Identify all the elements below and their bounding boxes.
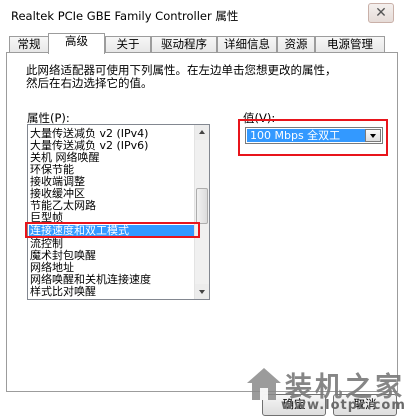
tab-driver[interactable]: 驱动程序	[151, 36, 217, 53]
close-button[interactable]: ✕	[368, 3, 394, 23]
title-bar: Realtek PCIe GBE Family Controller 属性 ✕	[0, 0, 404, 31]
chevron-up-icon	[199, 130, 205, 134]
tab-advanced[interactable]: 高级	[48, 33, 105, 54]
list-scrollbar[interactable]	[194, 125, 209, 299]
tab-about[interactable]: 关于	[105, 36, 151, 53]
tab-details[interactable]: 详细信息	[217, 36, 277, 53]
scroll-down-button[interactable]	[195, 284, 209, 299]
highlight-box-value	[238, 119, 388, 156]
description-line-2: 然后在右边选择它的值。	[26, 76, 153, 90]
list-item[interactable]: 样式比对唤醒	[29, 286, 194, 298]
tab-resources[interactable]: 资源	[277, 36, 315, 53]
tab-general[interactable]: 常规	[9, 36, 49, 53]
scroll-thumb[interactable]	[196, 188, 208, 224]
property-listbox[interactable]: 大量传送减负 v2 (IPv4) 大量传送减负 v2 (IPv6) 关机 网络唤…	[27, 124, 210, 300]
close-icon: ✕	[375, 5, 387, 21]
window-title: Realtek PCIe GBE Family Controller 属性	[11, 9, 239, 23]
tab-power-management[interactable]: 电源管理	[315, 36, 385, 53]
scroll-up-button[interactable]	[195, 125, 209, 140]
watermark-url: www.lotpc.com	[281, 398, 404, 413]
chevron-down-icon	[199, 290, 205, 294]
house-logo-icon	[247, 368, 281, 400]
watermark: 装机之家 www.lotpc.com	[237, 360, 404, 419]
tab-strip: 常规 高级 关于 驱动程序 详细信息 资源 电源管理	[0, 33, 404, 54]
highlight-box-property	[25, 222, 200, 238]
description-text: 此网络适配器可使用下列属性。在左边单击您想更改的属性， 然后在右边选择它的值。	[26, 64, 346, 90]
